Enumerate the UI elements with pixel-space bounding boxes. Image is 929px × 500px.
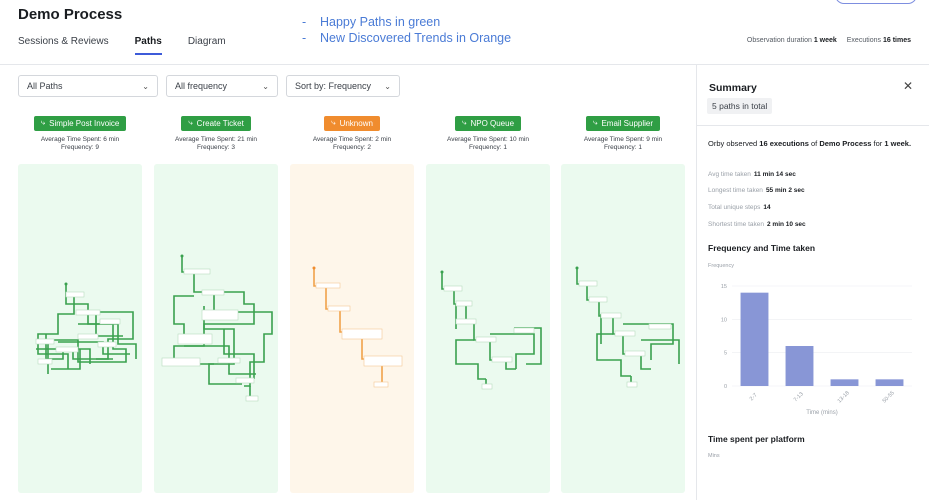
path-column: ⤷ Email Supplier Average Time Spent: 9 mi…: [561, 112, 685, 153]
branch-icon: ⤷: [188, 118, 193, 127]
observed-prefix: Orby observed: [708, 139, 760, 148]
chevron-down-icon: ⌄: [142, 81, 149, 91]
path-graph: [161, 254, 273, 402]
sort-select[interactable]: Sort by: Frequency ⌄: [286, 75, 400, 97]
paths-select-value: All Paths: [27, 81, 63, 91]
branch-icon: ⤷: [592, 118, 598, 127]
observed-count: 16 executions: [759, 139, 809, 148]
observed-suffix: for: [871, 139, 885, 148]
path-time: Average Time Spent: 21 min: [175, 135, 257, 143]
tab-bar: Sessions & Reviews Paths Diagram: [18, 36, 252, 55]
page-title: Demo Process: [18, 6, 123, 23]
path-name: NPO Queue: [470, 118, 515, 128]
observation-value: 1 week: [813, 37, 837, 44]
tab-sessions-reviews[interactable]: Sessions & Reviews: [18, 36, 109, 55]
chart-xtick-label: 50-55: [882, 390, 896, 404]
path-graph: [575, 266, 680, 388]
path-name: Simple Post Invoice: [49, 118, 120, 128]
chevron-down-icon: ⌄: [262, 81, 269, 91]
path-name: Unknown: [339, 118, 373, 128]
chart-ytick-label: 5: [724, 351, 727, 357]
path-diagram[interactable]: [290, 164, 414, 493]
path-frequency: Frequency: 2: [333, 144, 371, 151]
path-badge[interactable]: ⤷ Create Ticket: [181, 115, 251, 131]
branch-icon: ⤷: [461, 118, 467, 127]
observed-process: Demo Process: [819, 139, 872, 148]
path-time: Average Time Spent: 9 min: [583, 135, 663, 143]
stat-unique-steps: Total unique steps 14: [708, 204, 771, 211]
path-graph: [35, 282, 137, 374]
path-column: ⤷ Unknown Average Time Spent: 2 min Frequ…: [290, 112, 414, 153]
annotation-note: Happy Paths in green New Discovered Tren…: [302, 14, 511, 46]
chart-ytick-label: 0: [724, 384, 727, 390]
chart-ytick-label: 10: [721, 317, 727, 323]
path-frequency: Frequency: 1: [604, 144, 642, 151]
executions-value: 16 times: [882, 37, 911, 44]
path-column: ⤷ Simple Post Invoice Average Time Spent:…: [18, 112, 142, 153]
path-diagram[interactable]: [154, 164, 278, 493]
stat-shortest-time: Shortest time taken 2 min 10 sec: [708, 221, 806, 228]
executions-label: Executions: [846, 37, 882, 44]
chart-ytick-label: 15: [721, 284, 727, 290]
path-diagram[interactable]: [426, 164, 550, 493]
chart-xtick-label: 13-18: [837, 390, 851, 404]
note-happy-paths: Happy Paths in green: [302, 14, 511, 30]
close-icon[interactable]: ✕: [903, 79, 913, 93]
tab-diagram[interactable]: Diagram: [188, 36, 226, 55]
frequency-select[interactable]: All frequency ⌄: [166, 75, 278, 97]
path-frequency: Frequency: 3: [197, 144, 235, 151]
path-badge[interactable]: ⤷ Simple Post Invoice: [33, 115, 127, 131]
observed-period: 1 week.: [884, 139, 912, 148]
path-badge[interactable]: ⤷ Email Supplier: [585, 115, 661, 131]
tab-paths[interactable]: Paths: [134, 36, 162, 55]
path-frequency: Frequency: 9: [61, 144, 99, 151]
chart-bar: [740, 292, 769, 386]
path-diagram[interactable]: [18, 164, 142, 493]
stat-avg-time: Avg time taken 11 min 14 sec: [708, 171, 796, 178]
top-right-button[interactable]: [835, 0, 917, 4]
summary-sidebar: Summary ✕ 5 paths in total Orby observed…: [696, 65, 929, 500]
chevron-down-icon: ⌄: [384, 81, 391, 91]
summary-divider: [697, 125, 929, 126]
platform-axis-label: Mins: [708, 453, 720, 459]
chart-bar: [830, 379, 859, 386]
frequency-select-value: All frequency: [175, 81, 228, 91]
observation-label: Observation duration: [746, 37, 812, 44]
path-graph: [312, 266, 403, 388]
branch-icon: ⤷: [40, 118, 46, 127]
chart-xtick-label: 2-7: [749, 392, 759, 402]
frequency-chart: 0 5 10 15 2-7 7-13 13-18 50-55 Time (mins): [721, 284, 912, 416]
chart-xlabel: Time (mins): [806, 410, 837, 416]
path-column: ⤷ Create Ticket Average Time Spent: 21 mi…: [154, 112, 278, 153]
chart-xtick-label: 7-13: [793, 391, 805, 403]
chart-bar: [875, 379, 904, 386]
paths-select[interactable]: All Paths ⌄: [18, 75, 158, 97]
chart-bar: [785, 346, 814, 386]
summary-title: Summary: [709, 82, 757, 94]
path-diagram[interactable]: [561, 164, 685, 493]
path-name: Create Ticket: [196, 118, 244, 128]
path-badge[interactable]: ⤷ NPO Queue: [454, 115, 522, 131]
path-frequency: Frequency: 1: [469, 144, 507, 151]
path-time: Average Time Spent: 6 min: [40, 135, 120, 143]
note-new-trends: New Discovered Trends in Orange: [302, 30, 511, 46]
paths-total-badge: 5 paths in total: [707, 98, 773, 114]
observation-info: Observation duration 1 week Executions 1…: [747, 37, 919, 44]
filter-bar: All Paths ⌄ All frequency ⌄ Sort by: Fre…: [18, 75, 400, 97]
sort-select-value: Sort by: Frequency: [295, 81, 372, 91]
path-badge[interactable]: ⤷ Unknown: [324, 115, 380, 131]
observed-mid: of: [808, 139, 820, 148]
paths-columns: ⤷ Simple Post Invoice Average Time Spent:…: [18, 112, 688, 500]
path-column: ⤷ NPO Queue Average Time Spent: 10 min Fr…: [426, 112, 550, 153]
path-time: Average Time Spent: 2 min: [312, 135, 392, 143]
frequency-axis-label: Frequency: [708, 263, 734, 269]
observed-summary: Orby observed 16 executions of Demo Proc…: [708, 139, 918, 150]
stat-longest-time: Longest time taken 55 min 2 sec: [708, 187, 805, 194]
path-graph: [440, 270, 542, 390]
platform-heading: Time spent per platform: [708, 434, 805, 444]
branch-icon: ⤷: [331, 118, 336, 127]
frequency-heading: Frequency and Time taken: [708, 243, 816, 253]
path-name: Email Supplier: [601, 118, 654, 128]
path-time: Average Time Spent: 10 min: [447, 135, 529, 143]
